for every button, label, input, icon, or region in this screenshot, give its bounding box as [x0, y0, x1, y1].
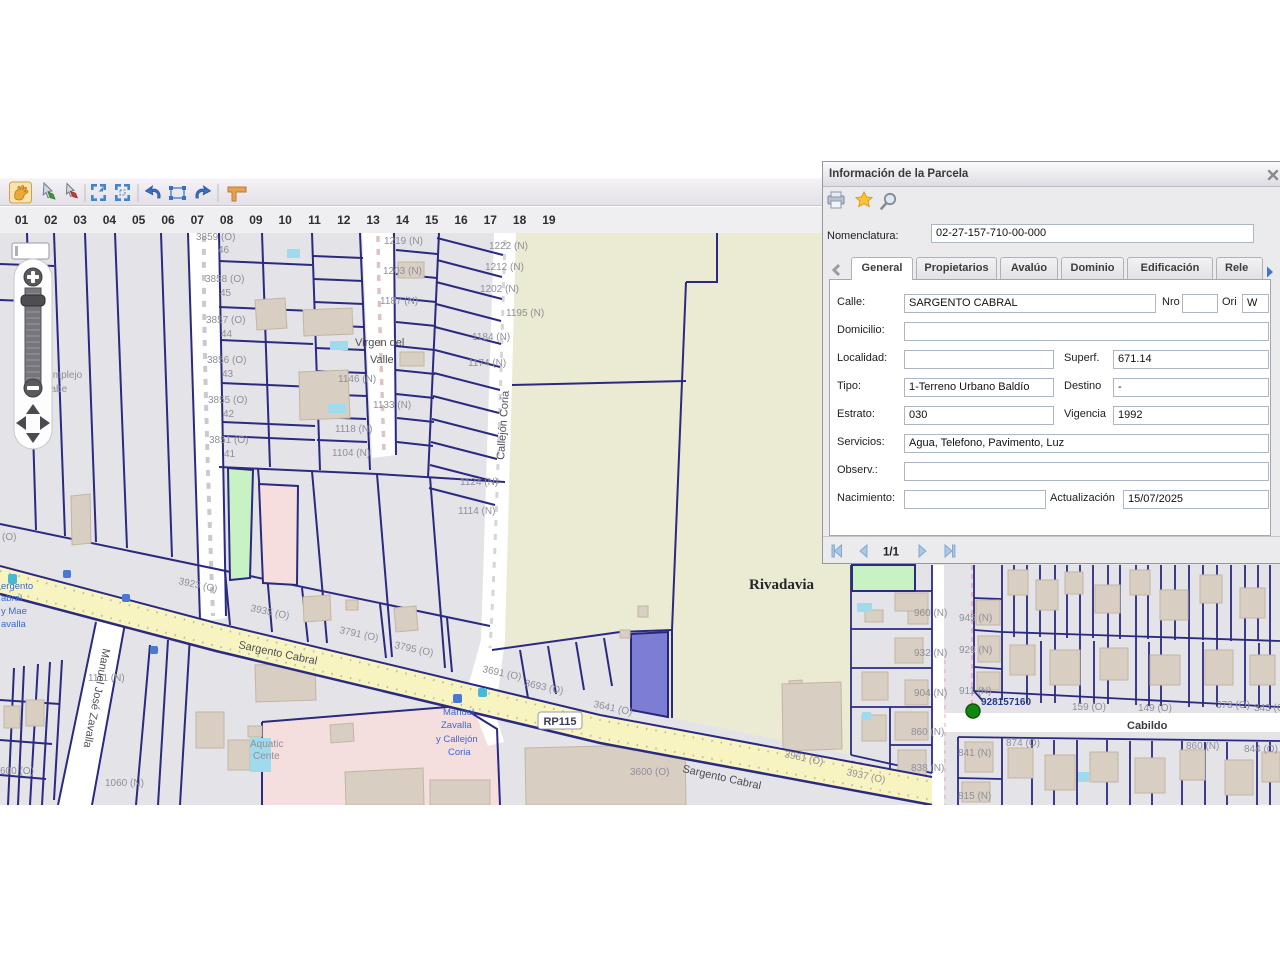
svg-text:41: 41	[224, 449, 236, 460]
svg-text:149 (O): 149 (O)	[1138, 703, 1172, 714]
svg-text:1133 (N): 1133 (N)	[373, 400, 411, 411]
svg-text:159 (O): 159 (O)	[1072, 702, 1106, 713]
svg-text:avalla: avalla	[1, 619, 27, 630]
svg-text:y Callejón: y Callejón	[436, 734, 478, 745]
svg-text:Zavalla: Zavalla	[441, 720, 472, 731]
svg-text:Virgen del: Virgen del	[355, 337, 404, 349]
svg-text:815 (N): 815 (N)	[958, 791, 991, 802]
svg-text:abral: abral	[1, 593, 22, 604]
svg-text:Aquatic: Aquatic	[250, 739, 283, 750]
svg-text:874 (O): 874 (O)	[1006, 738, 1040, 749]
svg-text:1212 (N): 1212 (N)	[485, 262, 524, 273]
svg-text:844 (O): 844 (O)	[1244, 744, 1278, 755]
svg-text:3858 (O): 3858 (O)	[205, 274, 244, 285]
svg-text:1203 (N): 1203 (N)	[383, 266, 422, 277]
svg-text:1060 (N): 1060 (N)	[105, 778, 144, 789]
svg-text:860 (N): 860 (N)	[1186, 741, 1219, 752]
svg-text:Cabildo: Cabildo	[1127, 720, 1168, 732]
svg-text:932 (N): 932 (N)	[914, 648, 947, 659]
svg-text:1219 (N): 1219 (N)	[384, 236, 423, 247]
svg-text:Valle: Valle	[370, 354, 394, 366]
svg-text:911 (N): 911 (N)	[959, 686, 992, 697]
svg-text:Cente: Cente	[253, 751, 280, 762]
svg-text:1114 (N): 1114 (N)	[458, 506, 495, 517]
svg-text:841 (N): 841 (N)	[958, 748, 991, 759]
svg-text:1146 (N): 1146 (N)	[338, 374, 376, 385]
svg-text:45: 45	[220, 288, 232, 299]
svg-text:1187 (N): 1187 (N)	[380, 296, 418, 307]
svg-text:373 (O): 373 (O)	[1216, 700, 1250, 711]
svg-text:(O): (O)	[2, 532, 16, 543]
svg-text:3859 (O): 3859 (O)	[196, 233, 235, 243]
svg-text:1124 (N): 1124 (N)	[460, 477, 498, 488]
svg-text:3855 (O): 3855 (O)	[208, 395, 247, 406]
svg-text:1222 (N): 1222 (N)	[489, 241, 528, 252]
svg-text:1184 (N): 1184 (N)	[472, 332, 510, 343]
svg-text:Coria: Coria	[448, 747, 471, 758]
svg-text:ergento: ergento	[1, 581, 33, 592]
svg-text:44: 44	[221, 329, 233, 340]
svg-text:1202 (N): 1202 (N)	[480, 284, 519, 295]
svg-text:3851 (O): 3851 (O)	[209, 435, 248, 446]
svg-text:1104 (N): 1104 (N)	[332, 448, 370, 459]
svg-text:3600 (O): 3600 (O)	[630, 767, 669, 778]
svg-text:1195 (N): 1195 (N)	[506, 308, 544, 319]
svg-text:838 (N): 838 (N)	[911, 763, 944, 774]
svg-text:Rivadavia: Rivadavia	[749, 577, 815, 593]
svg-text:904 (N): 904 (N)	[914, 688, 947, 699]
svg-text:600 (O): 600 (O)	[0, 766, 34, 777]
svg-text:y Mae: y Mae	[1, 606, 27, 617]
svg-text:929 (N): 929 (N)	[959, 645, 992, 656]
svg-text:RP115: RP115	[543, 716, 576, 728]
svg-text:3856 (O): 3856 (O)	[207, 355, 246, 366]
svg-text:945 (N): 945 (N)	[959, 613, 992, 624]
svg-text:860 (N): 860 (N)	[911, 727, 944, 738]
svg-text:928157160: 928157160	[981, 697, 1031, 708]
svg-text:3857 (O): 3857 (O)	[206, 315, 245, 326]
svg-text:46: 46	[218, 245, 230, 256]
svg-text:Manuel: Manuel	[443, 707, 474, 718]
svg-text:343 (O): 343 (O)	[1254, 703, 1280, 714]
svg-text:42: 42	[223, 409, 235, 420]
svg-text:960 (N): 960 (N)	[914, 608, 947, 619]
svg-text:1118 (N): 1118 (N)	[335, 424, 372, 435]
svg-text:43: 43	[222, 369, 234, 380]
svg-text:1174 (N): 1174 (N)	[468, 358, 506, 369]
svg-text:1/1: 1/1	[883, 547, 900, 559]
